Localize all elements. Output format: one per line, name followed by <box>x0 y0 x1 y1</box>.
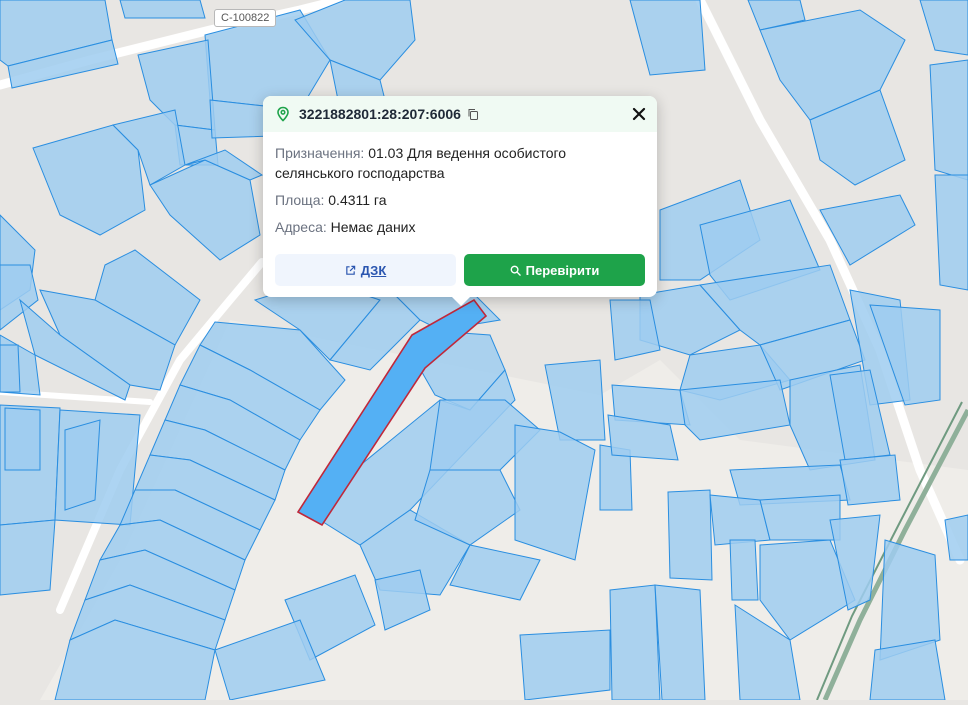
address-label: Адреса: <box>275 219 327 235</box>
address-row: Адреса: Немає даних <box>275 217 645 237</box>
copy-icon[interactable] <box>467 108 479 120</box>
location-pin-icon <box>277 106 289 122</box>
close-button[interactable] <box>625 100 653 128</box>
popup-actions: ДЗК Перевірити <box>275 254 645 286</box>
area-value: 0.4311 га <box>328 192 387 208</box>
parcel-info-popup: 3221882801:28:207:6006 Призначення: 01.0… <box>263 96 657 306</box>
road-label: С-100822 <box>214 9 277 27</box>
external-link-icon <box>345 265 355 275</box>
address-value: Немає даних <box>330 219 416 235</box>
dzk-button-label: ДЗК <box>360 262 387 278</box>
popup-header: 3221882801:28:207:6006 <box>263 96 657 132</box>
check-button-label: Перевірити <box>525 262 600 278</box>
search-icon <box>510 265 521 276</box>
dzk-button[interactable]: ДЗК <box>275 254 456 286</box>
popup-body: Призначення: 01.03 Для ведення особистог… <box>263 132 657 237</box>
purpose-label: Призначення: <box>275 145 365 161</box>
purpose-row: Призначення: 01.03 Для ведення особистог… <box>275 143 645 183</box>
area-label: Площа: <box>275 192 325 208</box>
area-row: Площа: 0.4311 га <box>275 190 645 210</box>
close-icon <box>632 107 646 121</box>
check-button[interactable]: Перевірити <box>464 254 645 286</box>
cadastral-number: 3221882801:28:207:6006 <box>299 106 461 122</box>
